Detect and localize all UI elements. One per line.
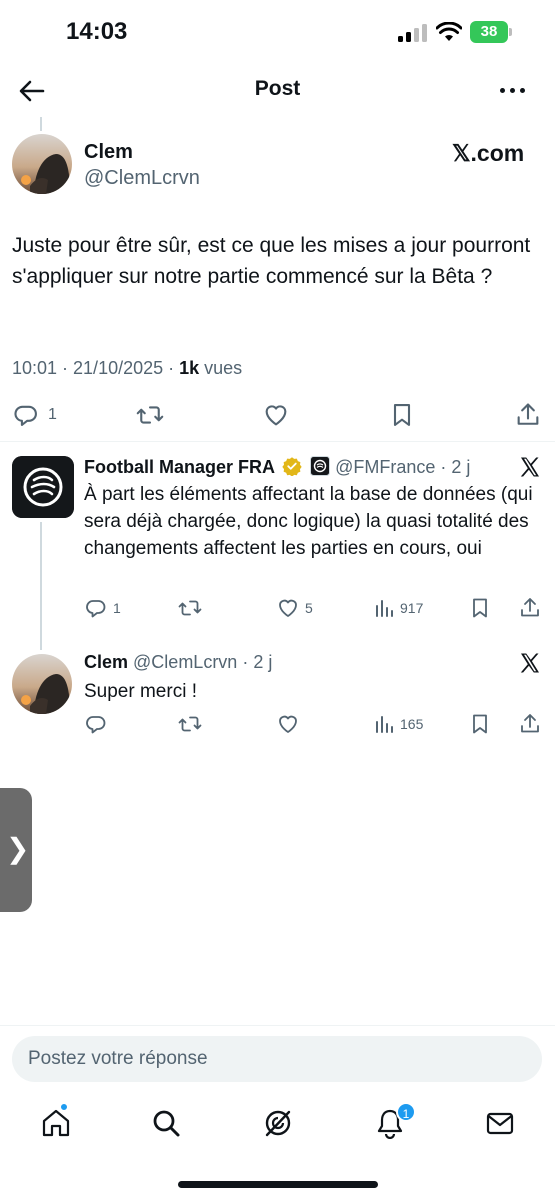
wifi-icon [436, 22, 462, 41]
post-meta: 10:01 · 21/10/2025 · 1k vues [12, 358, 242, 379]
share-icon [521, 598, 539, 617]
thread-line [40, 522, 42, 650]
bookmark-icon [473, 598, 487, 618]
repost-button[interactable] [178, 712, 202, 736]
compose-placeholder: Postez votre réponse [28, 1048, 208, 1069]
page-title: Post [254, 77, 301, 100]
avatar[interactable] [12, 654, 72, 714]
author-handle[interactable]: @ClemLcrvn · 2 j [133, 652, 272, 672]
reply-header: Clem @ClemLcrvn · 2 j [84, 652, 272, 673]
reply-actions: 165 [0, 710, 555, 740]
views-count[interactable]: 1k [179, 358, 199, 378]
post-timestamp: 10:01 · 21/10/2025 · [12, 358, 180, 378]
x-logo-icon [520, 457, 539, 477]
reply-header: Football Manager FRA @FMFrance · 2 j [84, 456, 470, 478]
views-icon [376, 600, 393, 617]
repost-icon [178, 600, 202, 616]
like-button[interactable]: 5 [276, 596, 313, 620]
reply-button[interactable] [84, 712, 108, 736]
like-icon [279, 599, 297, 617]
battery-level: 38 [470, 21, 508, 43]
bookmark-button[interactable] [468, 596, 492, 620]
bookmark-icon [393, 404, 411, 426]
side-panel-handle[interactable]: ❯ [0, 788, 32, 912]
home-indicator [178, 1181, 378, 1188]
reply-button[interactable]: 1 [12, 401, 57, 429]
repost-button[interactable] [178, 596, 202, 620]
bookmark-icon [473, 714, 487, 734]
reply-compose-field[interactable]: Postez votre réponse [12, 1036, 542, 1082]
notifications-badge: 1 [396, 1102, 416, 1122]
search-icon[interactable] [150, 1107, 182, 1139]
share-icon [521, 714, 539, 733]
nav-bar: Post [0, 66, 555, 116]
avatar[interactable] [12, 134, 72, 194]
reply-button[interactable]: 1 [84, 596, 121, 620]
source-label: 𝕏.com [452, 140, 525, 166]
thread-line [40, 117, 42, 131]
author-name[interactable]: Clem [84, 652, 128, 672]
views-count: 917 [400, 600, 424, 616]
reply-icon [86, 716, 106, 734]
author-name[interactable]: Football Manager FRA [84, 457, 275, 477]
divider [0, 441, 555, 442]
reply-icon [86, 600, 106, 618]
status-time: 14:03 [66, 18, 128, 45]
like-button[interactable] [262, 401, 290, 429]
bottom-tab-bar [0, 1095, 555, 1155]
views-button[interactable]: 917 [372, 596, 423, 620]
home-icon[interactable] [40, 1107, 72, 1139]
chevron-right-icon: ❯ [6, 833, 30, 864]
post-text: Juste pour être sûr, est ce que les mise… [12, 234, 531, 288]
author-handle[interactable]: @ClemLcrvn [84, 167, 200, 190]
post-actions: 1 [0, 395, 555, 435]
grok-icon[interactable] [262, 1107, 294, 1139]
status-bar: 14:03 38 [0, 0, 555, 66]
reply-count: 1 [113, 600, 121, 616]
like-button[interactable] [276, 712, 300, 736]
divider [0, 1025, 555, 1026]
verified-badge-icon [282, 457, 302, 477]
share-icon [517, 403, 539, 425]
x-logo-icon [520, 653, 539, 673]
signal-icon [398, 24, 428, 42]
repost-button[interactable] [136, 401, 164, 429]
views-icon [376, 716, 393, 733]
views-label: vues [199, 358, 243, 378]
views-count: 165 [400, 716, 424, 732]
home-new-dot [60, 1103, 68, 1111]
bookmark-button[interactable] [468, 712, 492, 736]
reply-actions: 1 5 917 [0, 594, 555, 624]
repost-icon [136, 406, 164, 424]
share-button[interactable] [514, 401, 542, 429]
reply-text: Super merci ! [84, 681, 197, 702]
views-button[interactable]: 165 [372, 712, 423, 736]
author-handle[interactable]: @FMFrance · 2 j [335, 457, 470, 477]
repost-icon [178, 716, 202, 732]
share-button[interactable] [518, 596, 542, 620]
affiliate-logo-icon [310, 456, 331, 476]
author-name[interactable]: Clem [84, 141, 133, 164]
battery-icon: 38 [470, 21, 512, 43]
reply-count: 1 [48, 406, 57, 423]
avatar[interactable] [12, 456, 74, 518]
messages-icon[interactable] [484, 1107, 516, 1139]
more-icon[interactable] [498, 86, 528, 96]
share-button[interactable] [518, 712, 542, 736]
like-count: 5 [305, 600, 313, 616]
bookmark-button[interactable] [388, 401, 416, 429]
like-icon [279, 715, 297, 733]
reply-text: À part les éléments affectant la base de… [84, 484, 533, 559]
reply-icon [14, 405, 37, 426]
like-icon [265, 405, 287, 426]
